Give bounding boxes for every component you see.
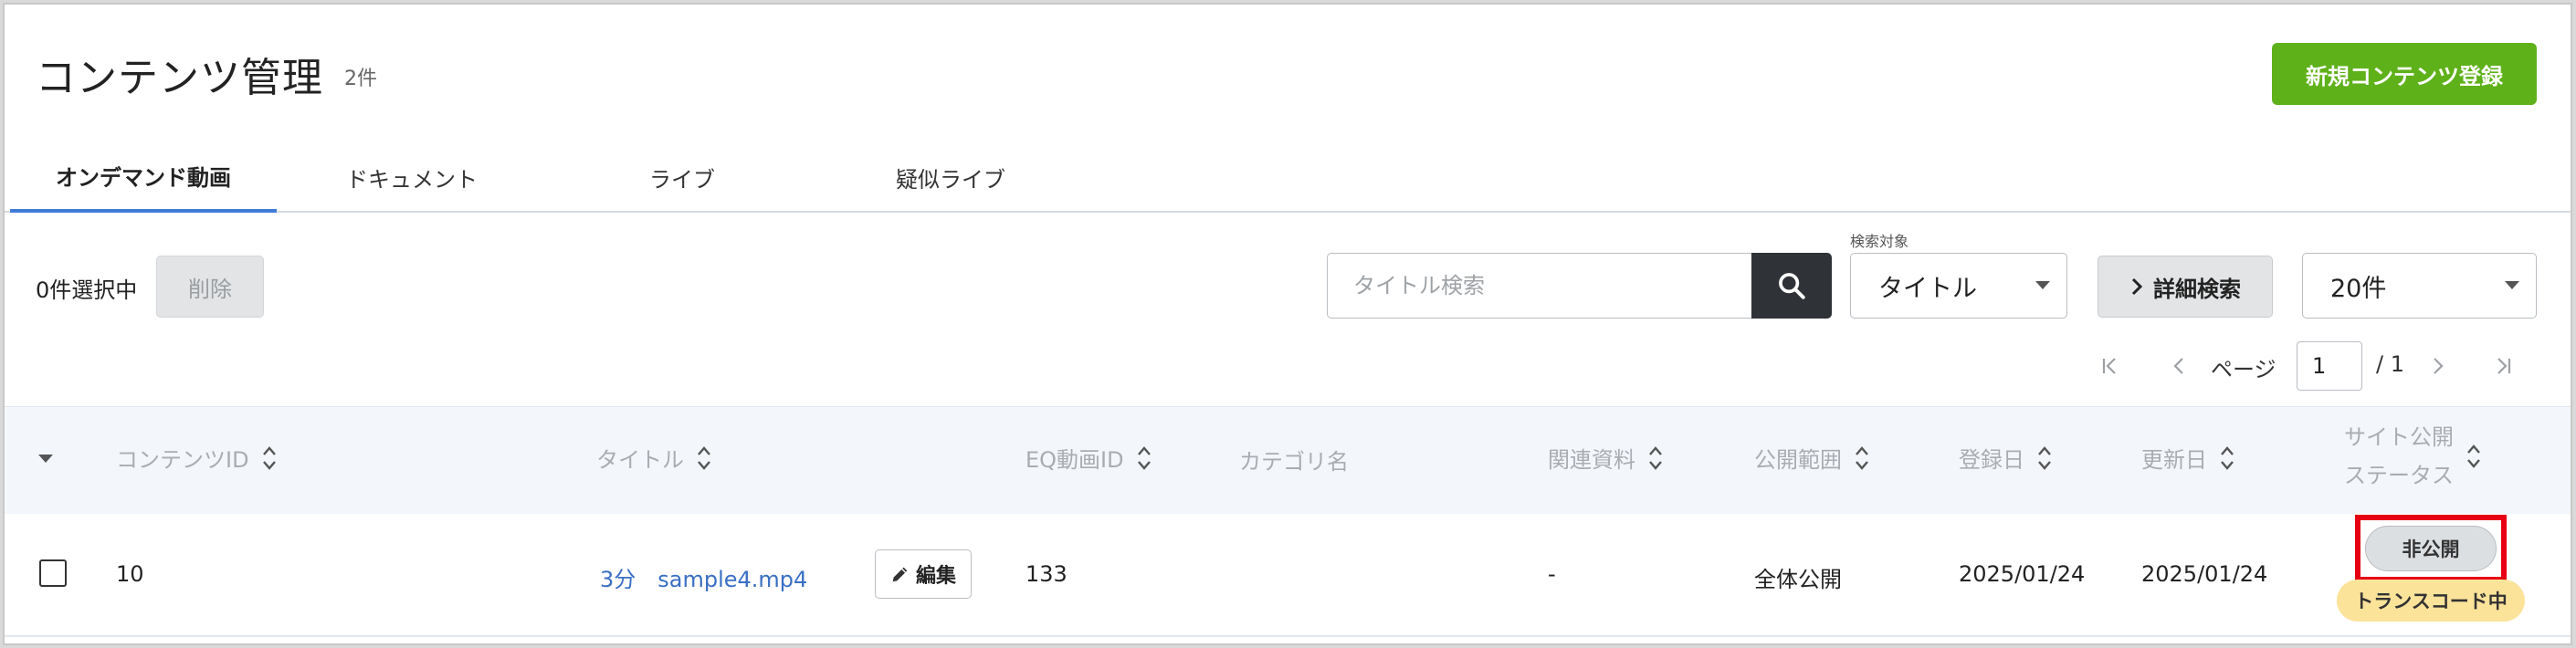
title-search-input[interactable] bbox=[1327, 253, 1752, 319]
next-page-icon bbox=[2434, 358, 2444, 374]
column-title[interactable]: タイトル bbox=[596, 442, 711, 474]
tab-document[interactable]: ドキュメント bbox=[277, 141, 547, 213]
page-title: コンテンツ管理 bbox=[36, 55, 323, 101]
chevron-down-icon bbox=[2505, 281, 2519, 289]
column-label: ステータス bbox=[2344, 463, 2454, 488]
sort-icon bbox=[1137, 445, 1151, 470]
sort-icon bbox=[2467, 444, 2480, 468]
edit-button[interactable]: 編集 bbox=[875, 549, 972, 599]
column-updated[interactable]: 更新日 bbox=[2141, 442, 2234, 474]
search-target-label: 検索対象 bbox=[1850, 233, 1909, 250]
delete-button[interactable]: 削除 bbox=[156, 256, 264, 318]
first-page-icon bbox=[2102, 358, 2116, 374]
column-label: サイト公開 bbox=[2344, 424, 2454, 450]
transcode-badge: トランスコード中 bbox=[2337, 580, 2525, 622]
search-target-value: タイトル bbox=[1878, 274, 1977, 303]
cell-registered: 2025/01/24 bbox=[1959, 561, 2086, 587]
search-button[interactable] bbox=[1751, 253, 1832, 319]
column-label: タイトル bbox=[596, 447, 684, 473]
column-scope[interactable]: 公開範囲 bbox=[1754, 442, 1869, 474]
sort-icon bbox=[262, 445, 276, 470]
first-page-button[interactable] bbox=[2092, 344, 2129, 388]
cell-content-id: 10 bbox=[116, 561, 144, 587]
search-target-select[interactable]: タイトル bbox=[1850, 253, 2067, 319]
tab-pseudo-live[interactable]: 疑似ライブ bbox=[815, 141, 1086, 213]
collapse-toggle[interactable] bbox=[37, 453, 54, 464]
selected-count: 0件選択中 bbox=[36, 277, 138, 303]
cell-updated: 2025/01/24 bbox=[2141, 561, 2268, 587]
cell-scope: 全体公開 bbox=[1754, 567, 1842, 592]
table-header: コンテンツID タイトル EQ動画ID カテゴリ名 関連資料 公開範囲 登録日 … bbox=[5, 406, 2571, 514]
new-content-button[interactable]: 新規コンテンツ登録 bbox=[2272, 43, 2537, 105]
page-size-select[interactable]: 20件 bbox=[2302, 253, 2537, 319]
page-size-value: 20件 bbox=[2330, 274, 2387, 303]
column-label: 公開範囲 bbox=[1754, 447, 1842, 473]
row-select-checkbox[interactable] bbox=[39, 559, 67, 587]
cell-related-docs: - bbox=[1548, 561, 1556, 587]
column-site-status[interactable]: サイト公開 ステータス bbox=[2344, 423, 2481, 489]
last-page-icon bbox=[2497, 358, 2511, 374]
column-related-docs[interactable]: 関連資料 bbox=[1548, 442, 1663, 474]
total-count: 2件 bbox=[344, 68, 377, 90]
chevron-down-icon bbox=[2035, 281, 2050, 289]
total-pages: / 1 bbox=[2376, 351, 2404, 377]
page-label: ページ bbox=[2211, 357, 2276, 382]
column-eq-video-id[interactable]: EQ動画ID bbox=[1025, 442, 1151, 474]
sort-icon bbox=[1856, 445, 1868, 470]
last-page-button[interactable] bbox=[2485, 344, 2521, 388]
column-label: 関連資料 bbox=[1548, 447, 1635, 473]
column-label: コンテンツID bbox=[116, 447, 249, 473]
column-content-id[interactable]: コンテンツID bbox=[116, 442, 277, 474]
column-label: EQ動画ID bbox=[1025, 447, 1124, 473]
column-category: カテゴリ名 bbox=[1239, 444, 1349, 476]
edit-label: 編集 bbox=[915, 565, 956, 588]
chevron-right-icon bbox=[2131, 277, 2143, 296]
status-badge[interactable]: 非公開 bbox=[2365, 526, 2497, 571]
cell-eq-video-id: 133 bbox=[1025, 561, 1067, 587]
sort-icon bbox=[1649, 445, 1662, 470]
content-management-page: コンテンツ管理 2件 新規コンテンツ登録 オンデマンド動画 ドキュメント ライブ… bbox=[3, 3, 2572, 645]
sort-icon bbox=[2038, 445, 2051, 470]
cell-title-link[interactable]: 3分 sample4.mp4 bbox=[600, 561, 807, 593]
content-type-tabs: オンデマンド動画 ドキュメント ライブ 疑似ライブ bbox=[5, 141, 2571, 213]
sort-icon bbox=[698, 445, 710, 470]
sort-icon bbox=[2221, 445, 2234, 470]
pencil-icon bbox=[892, 567, 908, 582]
column-registered[interactable]: 登録日 bbox=[1959, 442, 2052, 474]
caret-down-icon bbox=[38, 455, 53, 463]
prev-page-button[interactable] bbox=[2161, 344, 2198, 388]
tab-live[interactable]: ライブ bbox=[547, 141, 817, 213]
column-label: カテゴリ名 bbox=[1239, 449, 1349, 475]
advanced-search-button[interactable]: 詳細検索 bbox=[2098, 256, 2273, 318]
page-number-input[interactable] bbox=[2297, 341, 2362, 391]
column-label: 更新日 bbox=[2141, 447, 2207, 473]
next-page-button[interactable] bbox=[2419, 344, 2455, 388]
column-label: 登録日 bbox=[1959, 447, 2024, 473]
search-icon bbox=[1779, 273, 1805, 299]
column-label-group: サイト公開 ステータス bbox=[2344, 423, 2454, 489]
tab-on-demand-video[interactable]: オンデマンド動画 bbox=[10, 141, 277, 213]
prev-page-icon bbox=[2173, 358, 2183, 374]
advanced-search-label: 詳細検索 bbox=[2153, 276, 2241, 302]
